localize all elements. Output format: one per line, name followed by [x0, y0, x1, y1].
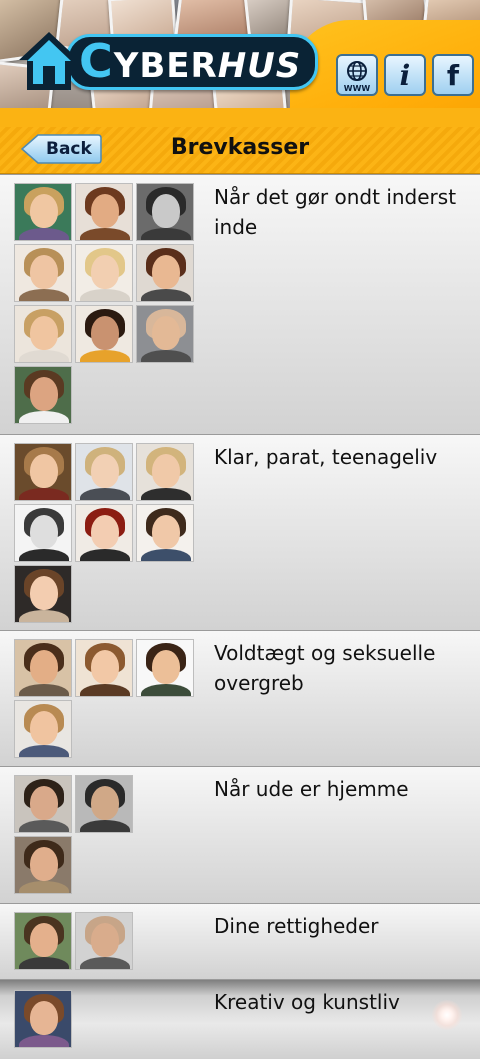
website-label: WWW — [343, 84, 371, 93]
facebook-icon: f — [446, 58, 460, 92]
counselor-avatar — [14, 836, 72, 894]
counselor-avatar — [136, 504, 194, 562]
page-title: Brevkasser — [170, 135, 310, 160]
header-orange-band — [0, 108, 480, 127]
house-logo-icon — [19, 32, 79, 90]
website-button[interactable]: WWW — [336, 54, 378, 96]
counselor-avatar — [75, 912, 133, 970]
cyberhus-logo-wordmark: CYBERHUS — [66, 34, 319, 90]
counselor-avatar — [14, 912, 72, 970]
info-button[interactable]: i — [384, 54, 426, 96]
counselor-avatar — [75, 305, 133, 363]
counselor-avatar — [14, 504, 72, 562]
info-icon: i — [399, 58, 411, 92]
facebook-button[interactable]: f — [432, 54, 474, 96]
list-item-mailbox[interactable]: Kreativ og kunstliv — [0, 979, 480, 1059]
counselor-avatar — [14, 305, 72, 363]
mailbox-title: Når ude er hjemme — [214, 777, 409, 801]
app-header: CYBERHUS WWW i f — [0, 0, 480, 127]
counselor-avatar — [14, 366, 72, 424]
counselor-avatar — [136, 305, 194, 363]
counselor-avatar — [14, 700, 72, 758]
counselor-avatar — [136, 183, 194, 241]
counselor-avatar — [136, 443, 194, 501]
list-item-mailbox[interactable]: Voldtægt og seksuelle overgreb — [0, 630, 480, 766]
list-item-mailbox[interactable]: Når det gør ondt inderst inde — [0, 174, 480, 434]
counselor-avatar — [75, 244, 133, 302]
counselor-avatar — [136, 639, 194, 697]
counselor-avatar — [14, 990, 72, 1048]
counselor-avatar — [75, 443, 133, 501]
screen-glare — [432, 1000, 462, 1030]
counselor-avatar — [75, 183, 133, 241]
list-item-mailbox[interactable]: Når ude er hjemme — [0, 766, 480, 903]
mailbox-title: Dine rettigheder — [214, 914, 379, 938]
counselor-avatar — [14, 244, 72, 302]
counselor-avatar — [14, 443, 72, 501]
navigation-bar: Back Brevkasser — [0, 127, 480, 174]
counselor-avatar — [14, 565, 72, 623]
mailbox-title: Når det gør ondt inderst inde — [214, 185, 457, 239]
counselor-avatar — [136, 244, 194, 302]
counselor-avatar — [75, 775, 133, 833]
counselor-avatar — [14, 639, 72, 697]
counselor-avatar — [75, 639, 133, 697]
counselor-avatar — [14, 183, 72, 241]
mailbox-title: Voldtægt og seksuelle overgreb — [214, 641, 436, 695]
list-item-mailbox[interactable]: Dine rettigheder — [0, 903, 480, 979]
list-item-mailbox[interactable]: Klar, parat, teenageliv — [0, 434, 480, 630]
counselor-avatar — [75, 504, 133, 562]
counselor-avatar — [14, 775, 72, 833]
mailbox-title: Klar, parat, teenageliv — [214, 445, 438, 469]
